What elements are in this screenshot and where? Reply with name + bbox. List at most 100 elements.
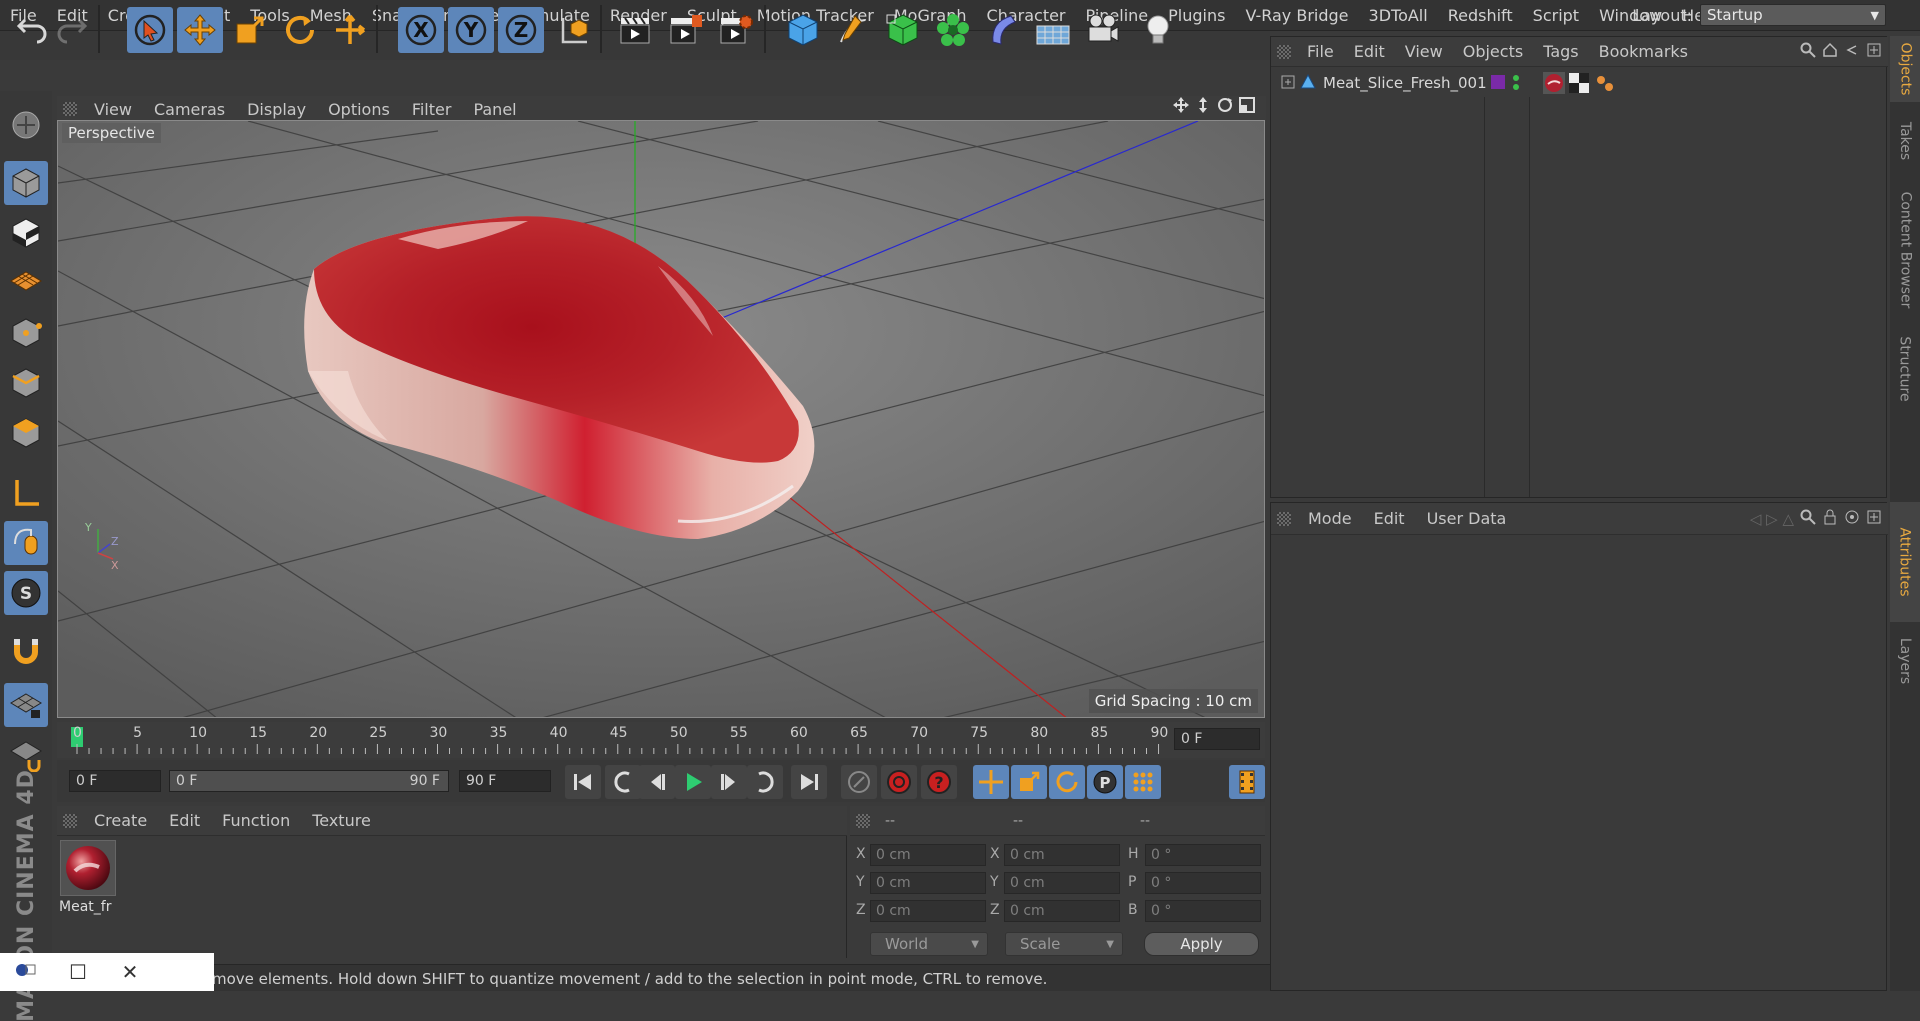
z-axis-lock-button[interactable]: Z — [498, 7, 544, 53]
make-editable-button[interactable] — [4, 103, 48, 147]
attribute-menu-edit[interactable]: Edit — [1363, 509, 1416, 528]
tab-attributes[interactable]: Attributes — [1890, 502, 1920, 622]
app-restore-icon[interactable] — [0, 960, 52, 984]
close-icon[interactable]: ✕ — [104, 960, 156, 984]
uvw-tag-icon[interactable] — [1569, 73, 1589, 97]
tab-content-browser[interactable]: Content Browser — [1890, 180, 1920, 320]
record-active-objects-button[interactable] — [841, 765, 877, 799]
expand-icon[interactable] — [1281, 75, 1295, 93]
tab-structure[interactable]: Structure — [1890, 324, 1920, 414]
previous-keyframe-button[interactable] — [605, 765, 641, 799]
scale-tool-button[interactable] — [227, 7, 273, 53]
scale-track-button[interactable] — [1011, 765, 1047, 799]
zoom-view-icon[interactable] — [1194, 96, 1212, 114]
solo-mode-button[interactable]: S — [4, 571, 48, 615]
position-x-field[interactable]: 0 cm — [870, 844, 986, 866]
viewport-menu-display[interactable]: Display — [236, 100, 317, 119]
subdivision-surface-button[interactable] — [880, 7, 926, 53]
light-button[interactable] — [1135, 7, 1181, 53]
menu-script[interactable]: Script — [1523, 6, 1589, 25]
move-tool-button[interactable] — [177, 7, 223, 53]
pen-spline-button[interactable] — [830, 7, 876, 53]
keyframe-selection-button[interactable]: ? — [921, 765, 957, 799]
snap-button[interactable] — [4, 629, 48, 673]
render-view-button[interactable] — [613, 7, 659, 53]
viewport-menu-options[interactable]: Options — [317, 100, 401, 119]
material-tag-icon[interactable] — [1543, 72, 1565, 98]
object-menu-edit[interactable]: Edit — [1344, 42, 1395, 61]
point-mode-button[interactable] — [4, 311, 48, 355]
attribute-menu-mode[interactable]: Mode — [1297, 509, 1363, 528]
material-swatch[interactable]: Meat_fr — [59, 840, 117, 922]
layer-color-icon[interactable] — [1491, 75, 1505, 89]
material-menu-function[interactable]: Function — [211, 811, 301, 830]
phong-tag-icon[interactable] — [1595, 73, 1615, 97]
camera-button[interactable] — [1080, 7, 1126, 53]
maximize-view-icon[interactable] — [1238, 96, 1256, 114]
viewport-menu-filter[interactable]: Filter — [401, 100, 463, 119]
tweak-mode-button[interactable] — [4, 521, 48, 565]
frame-range-slider[interactable]: 0 F 90 F — [169, 770, 449, 792]
attribute-menu-user-data[interactable]: User Data — [1416, 509, 1518, 528]
position-y-field[interactable]: 0 cm — [870, 872, 986, 894]
floor-button[interactable] — [1030, 7, 1076, 53]
viewport-menu-view[interactable]: View — [83, 100, 143, 119]
cube-primitive-button[interactable] — [780, 7, 826, 53]
timeline-ruler[interactable]: 0 5 10 15 20 25 30 35 40 45 50 55 60 65 70 75 80 85 90 0 F — [57, 722, 1265, 758]
next-frame-button[interactable] — [711, 765, 747, 799]
home-icon[interactable] — [1822, 42, 1838, 62]
size-z-field[interactable]: 0 cm — [1004, 900, 1120, 922]
polygon-mode-button[interactable] — [4, 411, 48, 455]
object-menu-file[interactable]: File — [1297, 42, 1344, 61]
rotation-b-field[interactable]: 0 ° — [1145, 900, 1261, 922]
rotation-track-button[interactable] — [1049, 765, 1085, 799]
parameter-track-button[interactable]: P — [1087, 765, 1123, 799]
object-name[interactable]: Meat_Slice_Fresh_001 — [1323, 74, 1487, 92]
model-mode-button[interactable] — [4, 161, 48, 205]
menu-3dtoall[interactable]: 3DToAll — [1359, 6, 1438, 25]
object-menu-view[interactable]: View — [1395, 42, 1453, 61]
new-panel-icon[interactable] — [1866, 42, 1882, 62]
y-axis-lock-button[interactable]: Y — [448, 7, 494, 53]
redo-button[interactable] — [50, 7, 96, 53]
cloner-button[interactable] — [930, 7, 976, 53]
deformer-button[interactable] — [980, 7, 1026, 53]
visibility-dots-icon[interactable] — [1511, 73, 1521, 97]
end-frame-field[interactable]: 90 F — [459, 770, 551, 792]
material-menu-texture[interactable]: Texture — [301, 811, 382, 830]
back-arrow-icon[interactable]: ◁ ▷ △ — [1750, 510, 1794, 528]
menu-vray-bridge[interactable]: V-Ray Bridge — [1235, 6, 1358, 25]
axis-mode-button[interactable] — [4, 471, 48, 515]
autokeying-button[interactable] — [881, 765, 917, 799]
x-axis-lock-button[interactable]: X — [398, 7, 444, 53]
position-track-button[interactable] — [973, 765, 1009, 799]
viewport-menu-cameras[interactable]: Cameras — [143, 100, 236, 119]
live-selection-button[interactable] — [127, 7, 173, 53]
go-to-end-button[interactable] — [791, 765, 827, 799]
point-level-animation-button[interactable] — [1125, 765, 1161, 799]
transform-tool-button[interactable] — [327, 7, 373, 53]
maximize-icon[interactable]: ☐ — [52, 960, 104, 984]
lock-icon[interactable] — [1822, 509, 1838, 529]
material-menu-edit[interactable]: Edit — [158, 811, 211, 830]
previous-frame-button[interactable] — [639, 765, 675, 799]
search-icon[interactable] — [1800, 509, 1816, 529]
tab-objects[interactable]: Objects — [1890, 36, 1920, 102]
menu-redshift[interactable]: Redshift — [1438, 6, 1523, 25]
rotation-p-field[interactable]: 0 ° — [1145, 872, 1261, 894]
workplane-lock-button[interactable] — [4, 683, 48, 727]
next-keyframe-button[interactable] — [747, 765, 783, 799]
current-frame-field[interactable]: 0 F — [1174, 728, 1260, 750]
object-menu-tags[interactable]: Tags — [1533, 42, 1588, 61]
viewport-menu-panel[interactable]: Panel — [462, 100, 527, 119]
tab-takes[interactable]: Takes — [1890, 106, 1920, 176]
play-button[interactable] — [675, 765, 711, 799]
undo-button[interactable] — [8, 7, 54, 53]
rotation-h-field[interactable]: 0 ° — [1145, 844, 1261, 866]
position-z-field[interactable]: 0 cm — [870, 900, 986, 922]
start-frame-field[interactable]: 0 F — [69, 770, 161, 792]
new-panel-icon[interactable] — [1866, 509, 1882, 529]
pan-view-icon[interactable] — [1172, 96, 1190, 114]
texture-mode-button[interactable] — [4, 211, 48, 255]
size-mode-dropdown[interactable]: Scale ▼ — [1005, 932, 1123, 956]
